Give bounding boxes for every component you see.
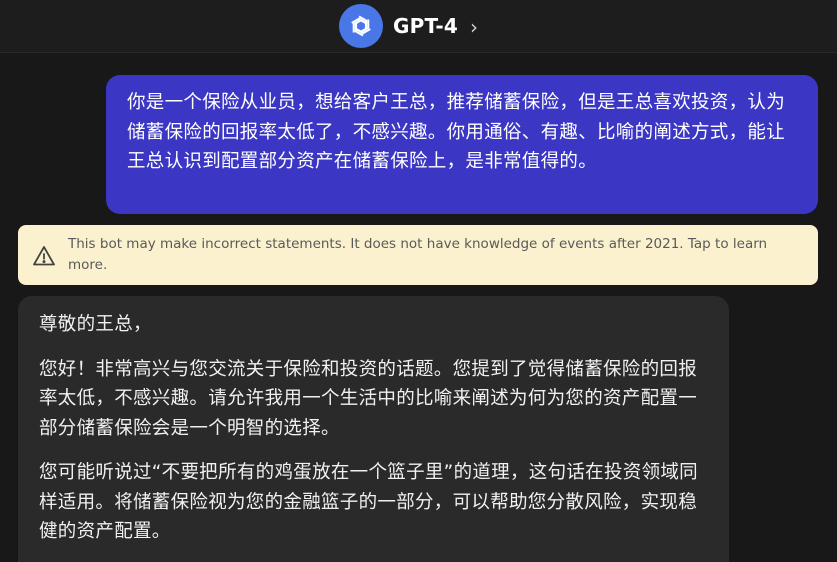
warning-triangle-icon <box>32 244 56 268</box>
bot-message-paragraph: 尊敬的王总， <box>39 314 152 335</box>
user-message-bubble: 你是一个保险从业员，想给客户王总，推荐储蓄保险，但是王总喜欢投资，认为储蓄保险的… <box>106 75 818 214</box>
disclaimer-banner[interactable]: This bot may make incorrect statements. … <box>18 225 818 285</box>
disclaimer-text[interactable]: This bot may make incorrect statements. … <box>68 234 804 276</box>
bot-message-paragraph: 您好！非常高兴与您交流关于保险和投资的话题。您提到了觉得储蓄保险的回报率太低，不… <box>39 358 698 439</box>
openai-logo-icon[interactable] <box>339 4 383 48</box>
bot-message-bubble: 尊敬的王总， 您好！非常高兴与您交流关于保险和投资的话题。您提到了觉得储蓄保险的… <box>18 296 729 562</box>
bot-message-paragraph: 您可能听说过“不要把所有的鸡蛋放在一个篮子里”的道理，这句话在投资领域同样适用。… <box>39 462 698 542</box>
chat-header[interactable]: GPT-4 › <box>0 0 837 53</box>
user-message-text: 你是一个保险从业员，想给客户王总，推荐储蓄保险，但是王总喜欢投资，认为储蓄保险的… <box>127 92 786 172</box>
chat-screen: GPT-4 › 你是一个保险从业员，想给客户王总，推荐储蓄保险，但是王总喜欢投资… <box>0 0 837 562</box>
chevron-right-icon[interactable]: › <box>470 15 478 39</box>
bot-title: GPT-4 <box>393 14 458 38</box>
bot-info-button[interactable]: GPT-4 › <box>339 4 478 48</box>
